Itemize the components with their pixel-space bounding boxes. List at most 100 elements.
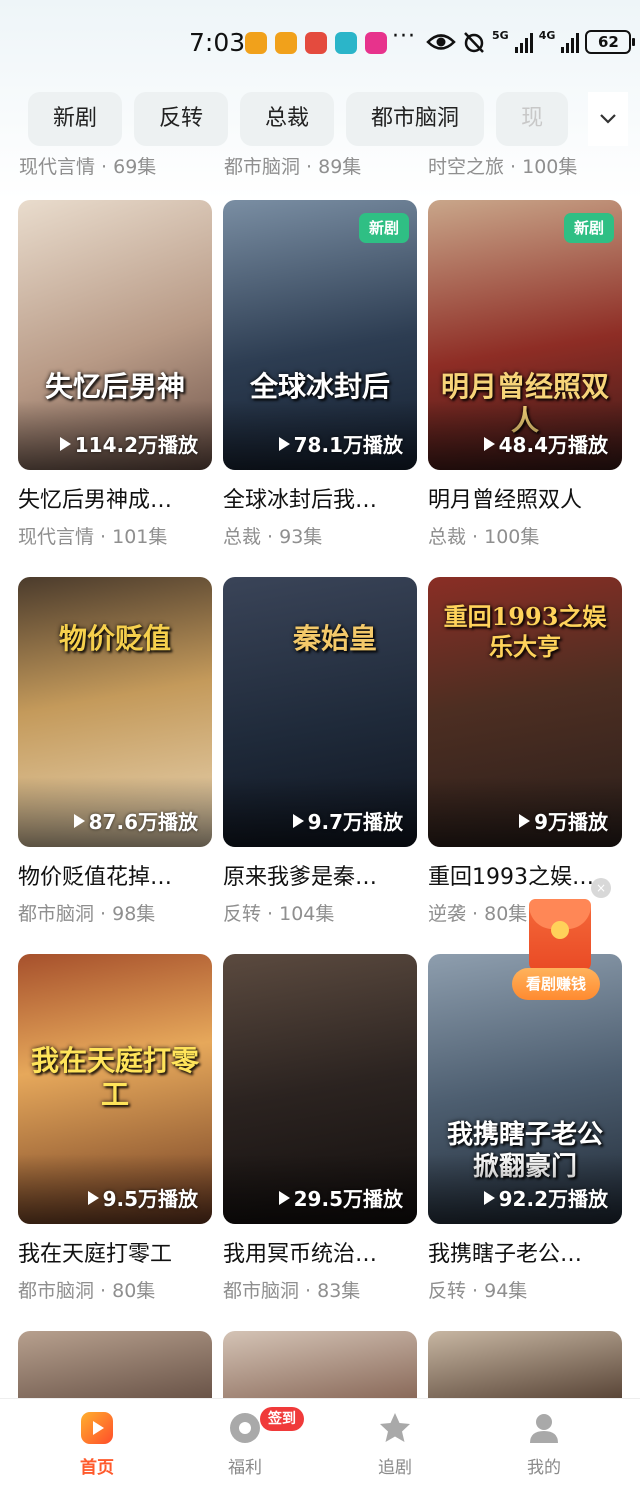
watch-earn-button[interactable]: 看剧赚钱 — [512, 968, 601, 1000]
card-meta: 总裁 · 93集 — [223, 526, 323, 548]
card-title: 我携瞎子老公… — [428, 1242, 583, 1267]
drama-card[interactable]: 重回1993之娱乐大亨 9万播放 重回1993之娱… 逆袭 · 80集 — [428, 577, 622, 926]
nav-home[interactable]: 首页 — [42, 1399, 152, 1490]
weibo-icon — [275, 32, 297, 54]
card-title: 我用冥币统治… — [223, 1242, 378, 1267]
tab-ceo[interactable]: 总裁 — [240, 92, 335, 146]
nav-follow[interactable]: 追剧 — [340, 1399, 450, 1490]
drama-card[interactable]: 我在天庭打零工 9.5万播放 我在天庭打零工 都市脑洞 · 80集 — [18, 954, 212, 1303]
shopping-app-icon — [305, 32, 327, 54]
poster-image[interactable]: 我在天庭打零工 9.5万播放 — [18, 954, 212, 1224]
more-notifications-icon: ··· — [392, 24, 416, 49]
play-count: 48.4万播放 — [483, 429, 608, 458]
previous-row-meta: 现代言情 · 69集 都市脑洞 · 89集 时空之旅 · 100集 — [0, 152, 640, 182]
signal-5g-icon — [514, 31, 533, 53]
card-meta: 总裁 · 100集 — [428, 526, 540, 548]
weibo-icon — [245, 32, 267, 54]
close-float-button[interactable]: × — [591, 878, 611, 898]
home-play-icon — [81, 1412, 113, 1444]
travel-app-icon — [335, 32, 357, 54]
poster-title-art: 重回1993之娱乐大亨 — [443, 602, 607, 661]
play-count: 9.5万播放 — [87, 1183, 198, 1212]
poster-title-art: 失忆后男神 — [44, 370, 185, 403]
card-title: 我在天庭打零工 — [18, 1242, 173, 1267]
expand-tabs-button[interactable] — [588, 92, 628, 146]
card-meta: 反转 · 104集 — [223, 903, 335, 925]
new-badge: 新剧 — [563, 213, 614, 243]
signin-badge[interactable]: 签到 — [260, 1407, 304, 1431]
status-bar: 7:03 ··· 5G 4G 62 — [0, 0, 640, 84]
card-meta: 都市脑洞 · 89集 — [224, 156, 362, 178]
card-meta: 都市脑洞 · 83集 — [223, 1280, 361, 1302]
status-time: 7:03 — [189, 28, 246, 57]
tab-partial[interactable]: 现 — [496, 92, 569, 146]
poster-title-art: 秦始皇 — [292, 622, 377, 655]
drama-card[interactable]: 物价贬值 87.6万播放 物价贬值花掉… 都市脑洞 · 98集 — [18, 577, 212, 926]
poster-image[interactable]: 秦始皇 9.7万播放 — [223, 577, 417, 847]
red-envelope-icon[interactable] — [529, 899, 591, 971]
poster-image[interactable]: 新剧 明月曾经照双人 48.4万播放 — [428, 200, 622, 470]
notification-icons — [245, 32, 387, 54]
play-count: 87.6万播放 — [73, 806, 198, 835]
tab-twist[interactable]: 反转 — [134, 92, 229, 146]
play-icon — [87, 1190, 99, 1205]
tab-urban-fantasy[interactable]: 都市脑洞 — [346, 92, 485, 146]
alarm-off-icon — [464, 32, 484, 53]
drama-card[interactable]: 失忆后男神 114.2万播放 失忆后男神成… 现代言情 · 101集 — [18, 200, 212, 549]
signal-4g-icon — [561, 31, 580, 53]
card-meta: 现代言情 · 69集 — [19, 156, 157, 178]
nav-follow-label: 追剧 — [378, 1458, 412, 1478]
card-title: 物价贬值花掉… — [18, 865, 173, 890]
category-tabs: 新剧 反转 总裁 都市脑洞 现 — [28, 92, 588, 146]
drama-card[interactable] — [428, 1331, 622, 1398]
video-app-icon — [365, 32, 387, 54]
poster-image[interactable]: 失忆后男神 114.2万播放 — [18, 200, 212, 470]
4g-label: 4G — [538, 29, 556, 42]
nav-home-label: 首页 — [80, 1458, 114, 1478]
poster-title-art: 全球冰封后 — [249, 370, 390, 403]
play-count: 114.2万播放 — [59, 429, 198, 458]
card-meta: 都市脑洞 · 98集 — [18, 903, 156, 925]
play-icon — [73, 813, 85, 828]
card-title: 全球冰封后我… — [223, 488, 378, 513]
poster-image[interactable] — [18, 1331, 212, 1398]
play-count: 92.2万播放 — [483, 1183, 608, 1212]
play-count: 9万播放 — [519, 806, 608, 835]
drama-card[interactable] — [18, 1331, 212, 1398]
drama-card[interactable] — [223, 1331, 417, 1398]
play-count: 29.5万播放 — [278, 1183, 403, 1212]
card-meta: 现代言情 · 101集 — [18, 526, 168, 548]
poster-image[interactable] — [223, 1331, 417, 1398]
nav-mine[interactable]: 我的 — [489, 1399, 599, 1490]
play-icon — [483, 1190, 495, 1205]
card-title: 失忆后男神成… — [18, 488, 173, 513]
play-count: 9.7万播放 — [292, 806, 403, 835]
poster-title-art: 物价贬值 — [58, 622, 171, 655]
tab-new[interactable]: 新剧 — [28, 92, 123, 146]
drama-card[interactable]: 我携瞎子老公掀翻豪门 92.2万播放 我携瞎子老公… 反转 · 94集 — [428, 954, 622, 1303]
play-icon — [519, 813, 531, 828]
card-meta: 时空之旅 · 100集 — [428, 156, 578, 178]
poster-image[interactable]: 物价贬值 87.6万播放 — [18, 577, 212, 847]
card-title: 原来我爹是秦… — [223, 865, 378, 890]
drama-card[interactable]: 秦始皇 9.7万播放 原来我爹是秦… 反转 · 104集 — [223, 577, 417, 926]
play-icon — [278, 436, 290, 451]
card-meta: 反转 · 94集 — [428, 1280, 528, 1302]
drama-card[interactable]: 新剧 明月曾经照双人 48.4万播放 明月曾经照双人 总裁 · 100集 — [428, 200, 622, 549]
bottom-navigation: 首页 福利 签到 追剧 我的 — [0, 1398, 640, 1490]
drama-card[interactable]: 新剧 全球冰封后 78.1万播放 全球冰封后我… 总裁 · 93集 — [223, 200, 417, 549]
poster-image[interactable]: 重回1993之娱乐大亨 9万播放 — [428, 577, 622, 847]
poster-image[interactable]: 新剧 全球冰封后 78.1万播放 — [223, 200, 417, 470]
play-icon — [292, 813, 304, 828]
play-count: 78.1万播放 — [278, 429, 403, 458]
chevron-down-icon — [600, 114, 616, 124]
card-meta: 都市脑洞 · 80集 — [18, 1280, 156, 1302]
play-icon — [59, 436, 71, 451]
play-icon — [278, 1190, 290, 1205]
card-meta: 逆袭 · 80集 — [428, 903, 528, 925]
5g-label: 5G — [492, 29, 509, 42]
battery-icon: 62 — [585, 30, 636, 54]
drama-card[interactable]: 29.5万播放 我用冥币统治… 都市脑洞 · 83集 — [223, 954, 417, 1303]
poster-image[interactable] — [428, 1331, 622, 1398]
poster-image[interactable]: 29.5万播放 — [223, 954, 417, 1224]
